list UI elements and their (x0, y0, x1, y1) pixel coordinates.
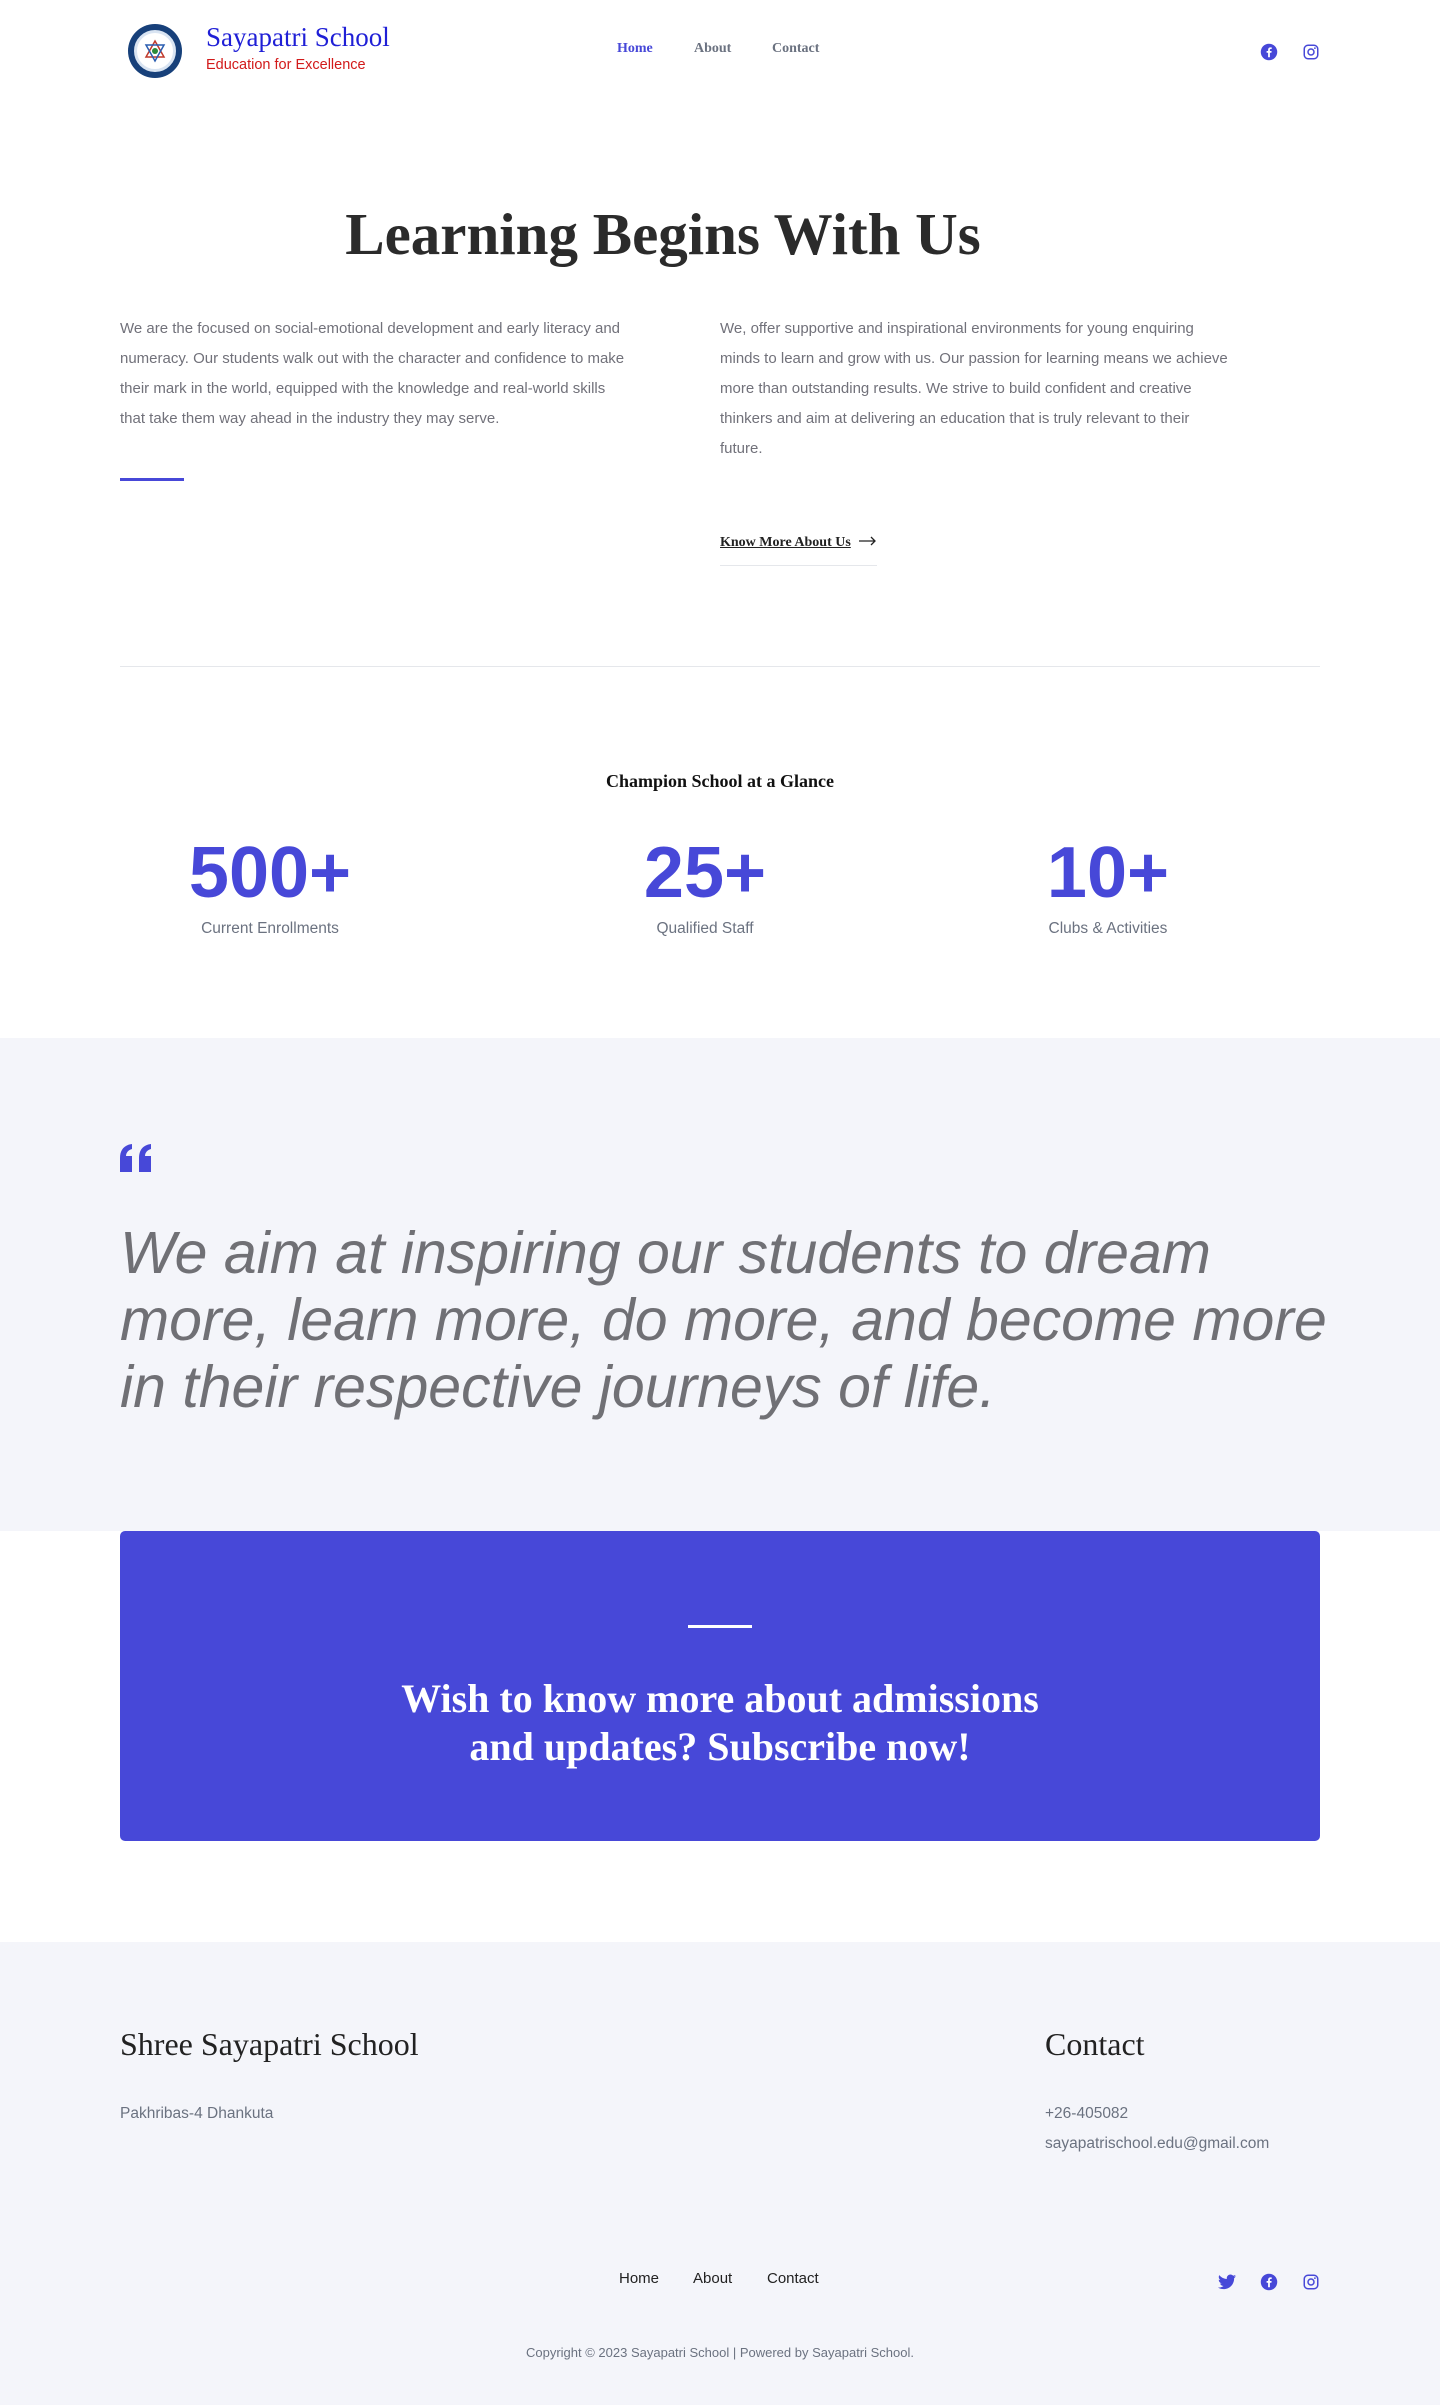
facebook-icon[interactable] (1259, 42, 1279, 62)
site-footer: Shree Sayapatri School Pakhribas-4 Dhank… (0, 1942, 1440, 2405)
quote-icon (120, 1144, 154, 1177)
twitter-icon[interactable] (1217, 2272, 1237, 2292)
footer-nav-about[interactable]: About (693, 2270, 732, 2287)
instagram-icon[interactable] (1301, 42, 1321, 62)
stat-value: 10+ (1046, 833, 1170, 913)
know-more-button[interactable]: Know More About Us (720, 535, 877, 566)
stat-value: 25+ (643, 833, 767, 913)
footer-social-links (1217, 2272, 1321, 2292)
arrow-right-icon (858, 535, 877, 551)
footer-school-name: Shree Sayapatri School (120, 2026, 419, 2062)
footer-contact-title: Contact (1045, 2026, 1145, 2062)
subscribe-banner: Wish to know more about admissions and u… (120, 1531, 1320, 1841)
footer-email[interactable]: sayapatrischool.edu@gmail.com (1045, 2129, 1269, 2159)
nav-contact[interactable]: Contact (772, 41, 819, 57)
glance-title: Champion School at a Glance (605, 771, 835, 791)
footer-phone[interactable]: +26-405082 (1045, 2099, 1128, 2129)
copyright-text: Copyright © 2023 Sayapatri School | Powe… (525, 2345, 914, 2360)
page-title: Learning Begins With Us (345, 201, 981, 267)
site-header: Sayapatri School Education for Excellenc… (0, 0, 1440, 104)
section-divider (120, 666, 1320, 667)
stat-label: Clubs & Activities (1048, 920, 1168, 937)
banner-divider (688, 1625, 752, 1628)
mission-quote: We aim at inspiring our students to drea… (120, 1220, 1327, 1420)
footer-address: Pakhribas-4 Dhankuta (120, 2105, 274, 2122)
stat-label: Qualified Staff (656, 920, 754, 937)
stat-enrollments: 500+ Current Enrollments (150, 830, 390, 938)
footer-nav-contact[interactable]: Contact (767, 2270, 819, 2287)
nav-home[interactable]: Home (617, 41, 653, 57)
instagram-icon[interactable] (1301, 2272, 1321, 2292)
subscribe-heading: Wish to know more about admissions and u… (120, 1675, 1320, 1771)
quote-section: We aim at inspiring our students to drea… (0, 1038, 1440, 1531)
intro-right-paragraph: We, offer supportive and inspirational e… (720, 320, 1228, 457)
nav-about[interactable]: About (694, 41, 731, 57)
stat-clubs: 10+ Clubs & Activities (988, 830, 1228, 938)
main-nav: Home About Contact (0, 41, 1440, 61)
stat-value: 500+ (188, 833, 352, 913)
subscribe-text: Wish to know more about admissions and u… (401, 1676, 1039, 1769)
header-social-links (1259, 42, 1321, 62)
stat-staff: 25+ Qualified Staff (585, 830, 825, 938)
footer-nav-home[interactable]: Home (619, 2270, 659, 2287)
stat-label: Current Enrollments (201, 920, 339, 937)
facebook-icon[interactable] (1259, 2272, 1279, 2292)
know-more-label: Know More About Us (720, 535, 851, 550)
intro-left-paragraph: We are the focused on social-emotional d… (120, 320, 625, 427)
accent-divider (120, 478, 184, 481)
